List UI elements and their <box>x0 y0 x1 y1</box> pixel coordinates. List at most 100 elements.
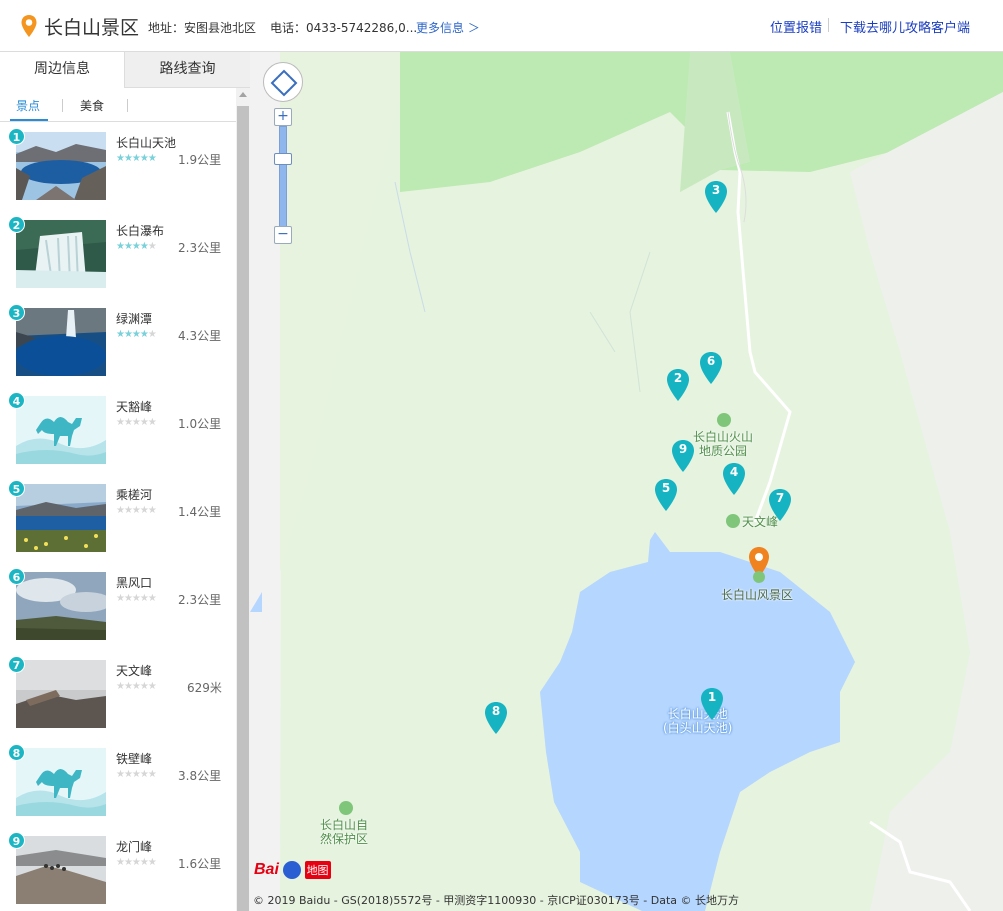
tree-icon <box>339 801 353 815</box>
thumbnail-image <box>16 572 106 640</box>
sights-list: 1 长白山天池 ★★★★★ 1.9公里 2 长白瀑布 ★★★★★ 2.3公里 3… <box>0 122 236 911</box>
sight-distance: 2.3公里 <box>178 241 222 255</box>
map-view[interactable]: + − 长白山火山 地质公园 天文峰 长白山风景区 长白山天池 (白头山天池) 长白… <box>250 52 1003 911</box>
subtab-sights[interactable]: 景点 <box>16 97 40 114</box>
list-item[interactable]: 6 黑风口 ★★★★★ 2.3公里 <box>0 562 236 650</box>
zoom-slider-handle[interactable] <box>274 153 292 165</box>
zoom-control: + − <box>273 108 293 246</box>
arrows-icon <box>270 69 298 97</box>
thumbnail-image <box>16 660 106 728</box>
address-text: 地址：安图县池北区 <box>148 21 257 35</box>
rating-stars: ★★★★★ <box>116 329 157 340</box>
rating-stars: ★★★★★ <box>116 241 157 252</box>
paw-icon <box>282 861 301 879</box>
rank-badge: 4 <box>8 392 25 409</box>
map-marker[interactable]: 6 <box>699 351 723 385</box>
report-location-link[interactable]: 位置报错 <box>770 17 822 36</box>
rating-stars: ★★★★★ <box>116 857 157 868</box>
list-item[interactable]: 5 乘槎河 ★★★★★ 1.4公里 <box>0 474 236 562</box>
sight-distance: 1.4公里 <box>178 505 222 519</box>
baidu-logo[interactable]: Bai 地图 <box>254 861 331 889</box>
thumbnail-image <box>16 220 106 288</box>
thumbnail-placeholder <box>16 396 106 464</box>
map-marker[interactable]: 7 <box>768 488 792 522</box>
rank-badge: 6 <box>8 568 25 585</box>
sight-name: 长白山天池 <box>116 136 177 150</box>
tab-route[interactable]: 路线查询 <box>125 52 250 88</box>
sight-name: 黑风口 <box>116 576 153 590</box>
map-marker[interactable]: 2 <box>666 368 690 402</box>
thumbnail-image <box>16 308 106 376</box>
sight-distance: 629米 <box>187 681 222 695</box>
list-item[interactable]: 2 长白瀑布 ★★★★★ 2.3公里 <box>0 210 236 298</box>
rank-badge: 8 <box>8 744 25 761</box>
rating-stars: ★★★★★ <box>116 505 157 516</box>
sight-distance: 3.8公里 <box>178 769 222 783</box>
subtab-divider <box>127 99 128 112</box>
zoom-out-button[interactable]: − <box>274 226 292 244</box>
tab-nearby[interactable]: 周边信息 <box>0 52 125 88</box>
zoom-slider-track[interactable] <box>279 126 287 234</box>
thumbnail-image <box>16 484 106 552</box>
tree-icon <box>753 571 765 583</box>
zoom-in-button[interactable]: + <box>274 108 292 126</box>
sidebar-scrollbar[interactable] <box>236 88 250 911</box>
sight-distance: 1.6公里 <box>178 857 222 871</box>
header-bar: 长白山景区 地址：安图县池北区 电话：0433-5742286,0... 更多信… <box>0 0 1003 52</box>
page-title: 长白山景区 <box>44 17 140 39</box>
rating-stars: ★★★★★ <box>116 153 157 164</box>
sight-name: 铁壁峰 <box>116 752 153 766</box>
scroll-up-arrow-icon[interactable] <box>239 92 247 97</box>
rating-stars: ★★★★★ <box>116 681 157 692</box>
sight-distance: 4.3公里 <box>178 329 222 343</box>
sight-distance: 2.3公里 <box>178 593 222 607</box>
rating-stars: ★★★★★ <box>116 769 157 780</box>
map-marker[interactable]: 5 <box>654 478 678 512</box>
tree-icon <box>726 514 740 528</box>
subtab-food[interactable]: 美食 <box>80 97 104 114</box>
map-label-geopark[interactable]: 长白山火山 地质公园 <box>693 430 753 458</box>
phone-text: 电话：0433-5742286,0... <box>270 21 418 35</box>
map-background <box>250 52 1003 911</box>
sight-name: 龙门峰 <box>116 840 153 854</box>
thumbnail-placeholder <box>16 748 106 816</box>
download-app-link[interactable]: 下载去哪儿攻略客户端 <box>840 17 970 36</box>
map-marker[interactable]: 1 <box>700 687 724 721</box>
tree-icon <box>717 413 731 427</box>
sight-name: 绿渊潭 <box>116 312 153 326</box>
sidebar-tabs: 周边信息 路线查询 <box>0 52 250 88</box>
pan-control[interactable] <box>263 62 303 102</box>
thumbnail-image <box>16 836 106 904</box>
rank-badge: 2 <box>8 216 25 233</box>
sight-name: 天文峰 <box>116 664 153 678</box>
map-marker[interactable]: 3 <box>704 180 728 214</box>
location-pin-icon <box>21 15 37 37</box>
list-item[interactable]: 3 绿渊潭 ★★★★★ 4.3公里 <box>0 298 236 386</box>
list-item[interactable]: 4 天豁峰 ★★★★★ 1.0公里 <box>0 386 236 474</box>
sight-distance: 1.0公里 <box>178 417 222 431</box>
sight-name: 乘槎河 <box>116 488 153 502</box>
list-item[interactable]: 1 长白山天池 ★★★★★ 1.9公里 <box>0 122 236 210</box>
rank-badge: 7 <box>8 656 25 673</box>
rating-stars: ★★★★★ <box>116 417 157 428</box>
scrollbar-thumb[interactable] <box>237 106 249 911</box>
sight-distance: 1.9公里 <box>178 153 222 167</box>
map-label-scenic-area[interactable]: 长白山风景区 <box>721 588 793 602</box>
list-item[interactable]: 7 天文峰 ★★★★★ 629米 <box>0 650 236 738</box>
header-divider <box>828 18 829 32</box>
thumbnail-image <box>16 132 106 200</box>
more-info-link[interactable]: 更多信息 ＞ <box>416 19 480 36</box>
map-label-reserve[interactable]: 长白山自 然保护区 <box>320 818 368 846</box>
rating-stars: ★★★★★ <box>116 593 157 604</box>
rank-badge: 9 <box>8 832 25 849</box>
map-marker[interactable]: 8 <box>484 701 508 735</box>
rank-badge: 3 <box>8 304 25 321</box>
rank-badge: 1 <box>8 128 25 145</box>
map-marker[interactable]: 9 <box>671 439 695 473</box>
rank-badge: 5 <box>8 480 25 497</box>
map-marker[interactable]: 4 <box>722 462 746 496</box>
map-copyright: © 2019 Baidu - GS(2018)5572号 - 甲测资字11009… <box>253 894 740 907</box>
list-item[interactable]: 8 铁壁峰 ★★★★★ 3.8公里 <box>0 738 236 826</box>
subtab-divider <box>62 99 63 112</box>
list-item[interactable]: 9 龙门峰 ★★★★★ 1.6公里 <box>0 826 236 911</box>
